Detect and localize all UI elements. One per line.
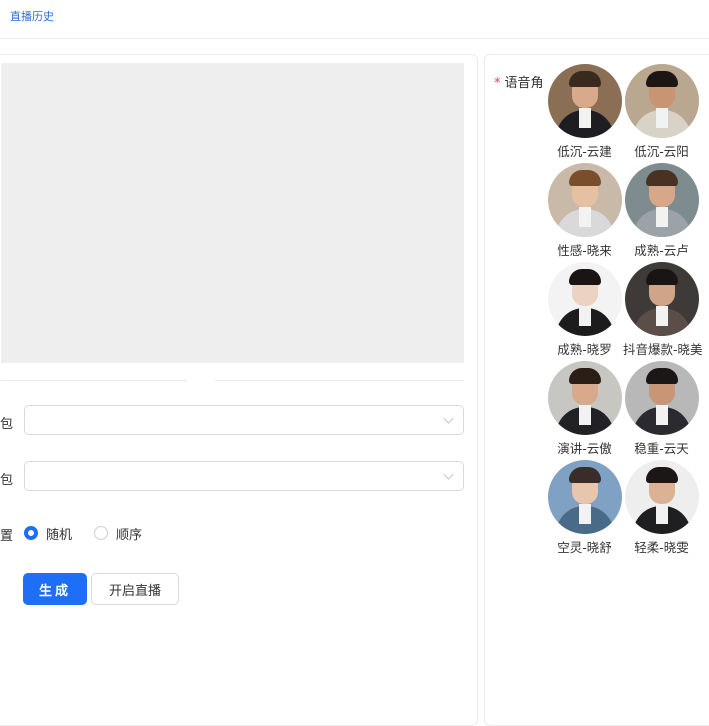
start-live-button[interactable]: 开启直播 xyxy=(91,573,179,605)
voice-avatar xyxy=(624,163,699,237)
voice-role-name: 轻柔-晓雯 xyxy=(634,540,689,555)
voice-avatar xyxy=(624,460,699,534)
video-preview-area xyxy=(1,63,464,363)
voice-role-name: 抖音爆款-晓美 xyxy=(623,342,703,357)
voice-role-name: 低沉-云建 xyxy=(557,144,612,159)
voice-role-item[interactable]: 低沉-云建 xyxy=(546,64,623,160)
voice-role-item[interactable]: 低沉-云阳 xyxy=(623,64,700,160)
voice-avatar xyxy=(624,361,699,435)
voice-role-item[interactable]: 演讲-云傲 xyxy=(546,361,623,457)
voice-role-name: 性感-晓来 xyxy=(557,243,612,258)
top-bar: 直播历史 xyxy=(0,0,709,39)
package-2-select[interactable] xyxy=(24,461,464,491)
package-1-select[interactable] xyxy=(24,405,464,435)
voice-avatar xyxy=(547,361,622,435)
form-row-package-2: 包: xyxy=(0,461,471,493)
form-row-package-1: 包: xyxy=(0,405,471,437)
voice-role-item[interactable]: 稳重-云天 xyxy=(623,361,700,457)
live-history-link[interactable]: 直播历史 xyxy=(10,8,54,24)
voice-role-item[interactable]: 抖音爆款-晓美 xyxy=(623,262,703,358)
voice-avatar xyxy=(624,262,699,336)
live-config-panel: 包: 包: 置: 随机 顺序 生成 开启直播 xyxy=(0,54,478,726)
radio-order[interactable]: 顺序 xyxy=(94,524,142,543)
form-row-play-order: 置: 随机 顺序 xyxy=(0,517,471,549)
voice-role-item[interactable]: 轻柔-晓雯 xyxy=(623,460,700,556)
voice-role-name: 低沉-云阳 xyxy=(634,144,689,159)
radio-random[interactable]: 随机 xyxy=(24,524,72,543)
chevron-down-icon xyxy=(443,413,454,424)
voice-role-item[interactable]: 成熟-云卢 xyxy=(623,163,700,259)
radio-order-label: 顺序 xyxy=(116,527,143,543)
voice-role-item[interactable]: 空灵-晓舒 xyxy=(546,460,623,556)
section-divider xyxy=(1,380,464,381)
generate-button[interactable]: 生成 xyxy=(23,573,87,605)
voice-role-item[interactable]: 成熟-晓罗 xyxy=(546,262,623,358)
voice-avatar xyxy=(547,460,622,534)
voice-avatar xyxy=(547,163,622,237)
voice-role-name: 稳重-云天 xyxy=(634,441,689,456)
play-order-label: 置: xyxy=(0,529,13,544)
voice-role-name: 空灵-晓舒 xyxy=(557,540,612,555)
required-mark: * xyxy=(494,76,501,91)
radio-order-dot xyxy=(94,526,109,540)
voice-avatar xyxy=(624,64,699,138)
package-2-label: 包: xyxy=(0,473,13,488)
voice-role-name: 演讲-云傲 xyxy=(557,441,612,456)
play-order-radio-group: 随机 顺序 xyxy=(24,517,164,549)
voice-role-label-text: 语音角 xyxy=(504,76,544,91)
radio-random-label: 随机 xyxy=(46,527,73,543)
voice-role-label: * 语音角 xyxy=(494,72,544,91)
voice-role-item[interactable]: 性感-晓来 xyxy=(546,163,623,259)
form-row-actions: 生成 开启直播 xyxy=(0,573,471,605)
voice-avatar xyxy=(547,262,622,336)
voice-role-name: 成熟-晓罗 xyxy=(557,342,612,357)
package-1-label: 包: xyxy=(0,417,13,432)
divider-gap xyxy=(187,377,215,383)
voice-role-panel: * 语音角 低沉-云建 低沉-云阳性感-晓来 成熟-云卢成熟-晓罗 抖音爆款-晓美演讲-… xyxy=(484,54,709,726)
voice-role-name: 成熟-云卢 xyxy=(634,243,689,258)
voice-avatar xyxy=(547,64,622,138)
chevron-down-icon xyxy=(443,469,454,480)
radio-random-dot xyxy=(24,526,38,540)
